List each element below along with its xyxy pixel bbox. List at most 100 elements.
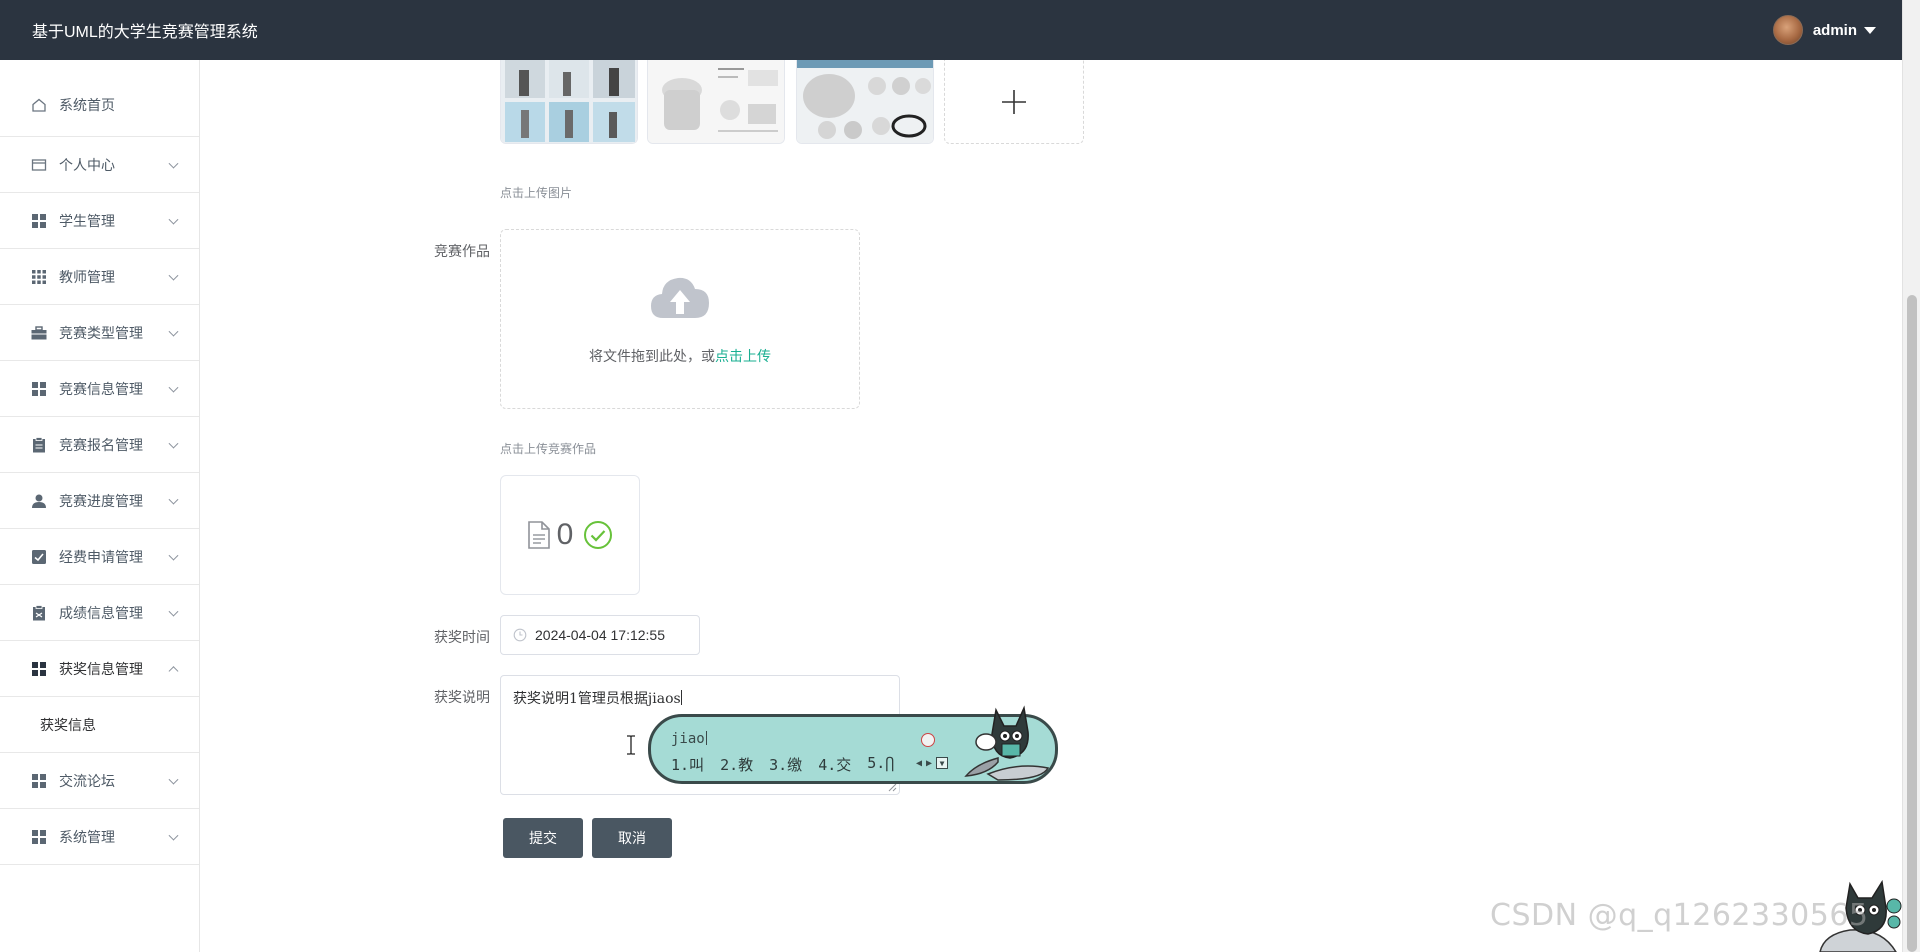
award-time-value: 2024-04-04 17:12:55 <box>535 627 665 643</box>
caret-down-icon[interactable] <box>1864 26 1876 34</box>
award-time-label: 获奖时间 <box>434 629 490 645</box>
dropzone-instruction: 将文件拖到此处，或 <box>589 348 715 364</box>
username[interactable]: admin <box>1813 22 1857 39</box>
resize-handle-icon[interactable] <box>888 783 897 792</box>
file-count: 0 <box>556 518 574 551</box>
chevron-up-icon <box>168 665 179 676</box>
sidebar-item-scores[interactable]: 成绩信息管理 <box>0 585 199 641</box>
document-icon <box>31 604 47 621</box>
chevron-down-icon <box>168 158 179 169</box>
avatar[interactable] <box>1772 15 1803 45</box>
sidebar-item-label: 系统首页 <box>59 97 115 113</box>
ime-candidate[interactable]: 2.教 <box>720 754 753 775</box>
check-circle-icon <box>584 521 613 549</box>
ime-prev-icon[interactable]: ◀ <box>916 758 922 769</box>
user-icon <box>31 493 47 509</box>
images-hint: 点击上传图片 <box>500 186 573 200</box>
ime-skin-icon[interactable] <box>921 733 935 747</box>
chevron-down-icon <box>168 382 179 393</box>
grid-icon <box>31 829 47 845</box>
chevron-down-icon <box>168 550 179 561</box>
work-label: 竞赛作品 <box>434 243 490 259</box>
chevron-down-icon <box>168 326 179 337</box>
sidebar-item-label: 学生管理 <box>59 212 115 229</box>
home-icon <box>31 97 47 113</box>
sidebar-item-label: 获奖信息管理 <box>59 660 143 677</box>
chevron-down-icon <box>168 214 179 225</box>
user-menu[interactable]: admin <box>1772 15 1876 45</box>
sidebar-item-label: 交流论坛 <box>59 772 115 789</box>
ime-candidate[interactable]: 5.⋂ <box>867 754 894 775</box>
sidebar-item-label: 竞赛信息管理 <box>59 380 143 397</box>
sidebar-item-label: 成绩信息管理 <box>59 604 143 621</box>
sidebar-item-label: 竞赛进度管理 <box>59 492 143 509</box>
apps-icon <box>31 269 47 285</box>
dropzone-text: 将文件拖到此处，或点击上传 <box>501 346 859 366</box>
ime-candidate[interactable]: 4.交 <box>818 754 851 775</box>
main-content <box>200 60 1902 952</box>
uploaded-image-thumb[interactable] <box>500 60 638 144</box>
ime-composition: jiao <box>671 731 707 747</box>
sidebar-item-competition-info[interactable]: 竞赛信息管理 <box>0 361 199 417</box>
watermark: CSDN @q_q1262330565 <box>1490 898 1869 933</box>
work-hint: 点击上传竞赛作品 <box>500 442 597 456</box>
document-icon <box>527 521 550 549</box>
sidebar-item-funding[interactable]: 经费申请管理 <box>0 529 199 585</box>
sidebar-item-progress[interactable]: 竞赛进度管理 <box>0 473 199 529</box>
checkbox-icon <box>31 549 47 565</box>
ime-next-icon[interactable]: ▶ <box>926 758 932 769</box>
chevron-down-icon <box>168 774 179 785</box>
award-desc-label: 获奖说明 <box>434 689 490 705</box>
clock-icon <box>513 628 527 642</box>
grid-icon <box>31 213 47 229</box>
sidebar-item-label: 竞赛报名管理 <box>59 436 143 453</box>
top-header: 基于UML的大学生竞赛管理系统 admin <box>0 0 1902 60</box>
ime-mascot-icon <box>964 705 1050 781</box>
grid-icon <box>31 773 47 789</box>
sidebar-item-system[interactable]: 系统管理 <box>0 809 199 865</box>
clipboard-icon <box>31 436 47 453</box>
sidebar-item-label: 个人中心 <box>59 156 115 173</box>
ime-menu-icon[interactable]: ▼ <box>936 757 949 769</box>
submit-button[interactable]: 提交 <box>503 818 583 858</box>
uploaded-image-thumb[interactable] <box>647 60 785 144</box>
sidebar-item-student-management[interactable]: 学生管理 <box>0 193 199 249</box>
work-dropzone[interactable]: 将文件拖到此处，或点击上传 <box>500 229 860 409</box>
sidebar-item-personal-center[interactable]: 个人中心 <box>0 137 199 193</box>
ime-page-controls: ◀ ▶ ▼ <box>916 757 949 769</box>
click-upload-link[interactable]: 点击上传 <box>715 348 771 364</box>
cancel-button[interactable]: 取消 <box>592 818 672 858</box>
chevron-down-icon <box>168 830 179 841</box>
sidebar-item-label: 系统管理 <box>59 828 115 845</box>
award-desc-value: 获奖说明1管理员根据jiaos <box>513 691 681 707</box>
scrollbar-thumb[interactable] <box>1907 295 1917 952</box>
sidebar-item-teacher-management[interactable]: 教师管理 <box>0 249 199 305</box>
card-icon <box>31 157 47 173</box>
app-title: 基于UML的大学生竞赛管理系统 <box>32 24 258 41</box>
sidebar-item-label: 经费申请管理 <box>59 548 143 565</box>
sidebar-subitem-awards-info[interactable]: 获奖信息 <box>0 697 199 753</box>
briefcase-icon <box>31 325 47 341</box>
chevron-down-icon <box>168 606 179 617</box>
sidebar-item-home[interactable]: 系统首页 <box>0 60 199 137</box>
sidebar-item-label: 竞赛类型管理 <box>59 324 143 341</box>
sidebar: 系统首页 个人中心 学生管理 教师管理 竞赛类型管理 竞赛信息管理 竞赛报名管理… <box>0 60 200 952</box>
grid-icon <box>31 661 47 677</box>
award-time-input[interactable]: 2024-04-04 17:12:55 <box>500 615 700 655</box>
ime-candidate[interactable]: 3.缴 <box>769 754 802 775</box>
text-cursor-icon <box>627 735 635 755</box>
ime-candidate[interactable]: 1.叫 <box>671 754 704 775</box>
uploaded-image-thumb[interactable] <box>796 60 934 144</box>
sidebar-item-forum[interactable]: 交流论坛 <box>0 753 199 809</box>
page-scrollbar[interactable] <box>1902 0 1920 952</box>
sidebar-item-registration[interactable]: 竞赛报名管理 <box>0 417 199 473</box>
uploaded-file-card[interactable]: 0 <box>500 475 640 595</box>
grid-icon <box>31 381 47 397</box>
sidebar-item-competition-type[interactable]: 竞赛类型管理 <box>0 305 199 361</box>
sidebar-item-label: 教师管理 <box>59 268 115 285</box>
chevron-down-icon <box>168 270 179 281</box>
sidebar-item-awards[interactable]: 获奖信息管理 <box>0 641 199 697</box>
cloud-upload-icon <box>651 277 709 318</box>
chevron-down-icon <box>168 438 179 449</box>
add-image-button[interactable] <box>944 60 1084 144</box>
